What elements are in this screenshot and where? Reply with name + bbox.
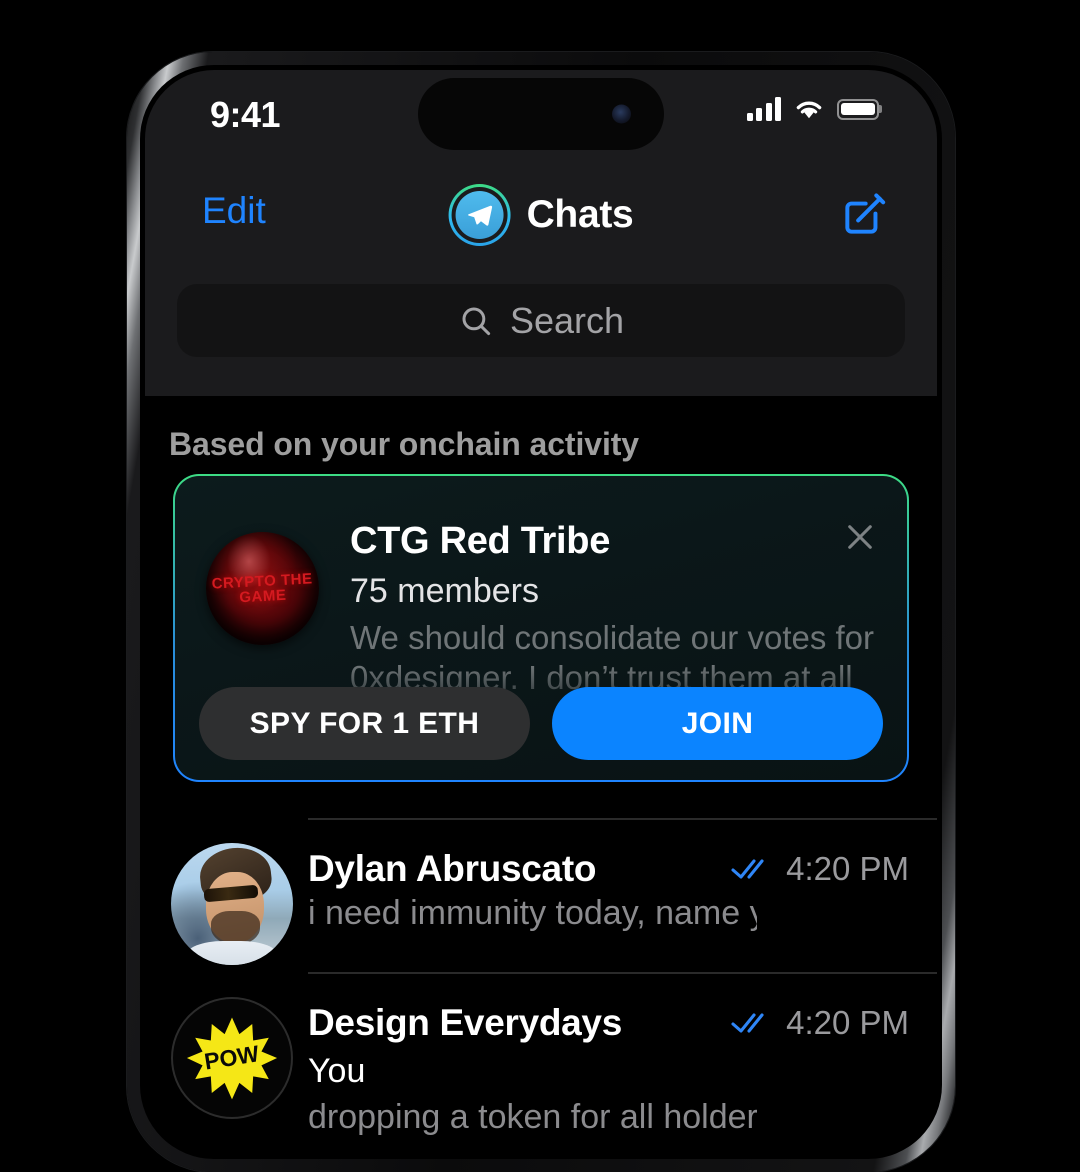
chat-timestamp: 4:20 PM: [786, 850, 909, 887]
chat-preview: i need immunity today, name your price..…: [308, 894, 757, 932]
chat-preview: dropping a token for all holders tomorro…: [308, 1098, 757, 1136]
chat-list-item[interactable]: Dylan Abruscato i need immunity today, n…: [145, 818, 937, 968]
chat-meta: 4:20 PM: [730, 1004, 909, 1042]
group-member-count: 75 members: [350, 572, 539, 610]
group-title: CTG Red Tribe: [350, 520, 611, 562]
double-check-icon: [730, 1010, 774, 1036]
chat-meta: 4:20 PM: [730, 850, 909, 888]
status-icons-group: [746, 97, 879, 121]
telegram-app-icon-ring[interactable]: [448, 184, 511, 246]
edit-button[interactable]: Edit: [202, 190, 266, 232]
telegram-paper-plane-icon: [455, 191, 504, 239]
spy-for-eth-button[interactable]: SPY FOR 1 ETH: [199, 687, 530, 760]
row-divider: [308, 818, 937, 820]
dynamic-island: [418, 78, 664, 150]
group-avatar-label: CRYPTO THE GAME: [211, 569, 313, 606]
compose-pencil-icon[interactable]: [839, 190, 889, 240]
chat-sender: You: [308, 1052, 366, 1090]
search-input[interactable]: Search: [177, 284, 905, 357]
search-icon: [458, 303, 494, 339]
navigation-region: 9:41 Edit Chats Search: [145, 70, 937, 396]
status-time: 9:41: [210, 94, 281, 135]
chat-name: Dylan Abruscato: [308, 848, 597, 889]
suggested-group-card-inner: CRYPTO THE GAME CTG Red Tribe 75 members…: [175, 476, 907, 780]
nav-title-group: Chats: [448, 184, 634, 246]
group-card-actions: SPY FOR 1 ETH JOIN: [199, 687, 883, 760]
wifi-icon: [793, 97, 825, 121]
search-placeholder: Search: [509, 299, 625, 341]
avatar[interactable]: POW: [171, 997, 293, 1119]
front-camera-icon: [612, 104, 631, 124]
phone-bezel: 9:41 Edit Chats Search Based on your onc…: [140, 65, 942, 1159]
join-group-button[interactable]: JOIN: [552, 687, 883, 760]
phone-screen: 9:41 Edit Chats Search Based on your onc…: [145, 70, 937, 1154]
avatar[interactable]: [171, 843, 293, 965]
phone-device-frame: 9:41 Edit Chats Search Based on your onc…: [127, 52, 955, 1172]
page-title: Chats: [526, 193, 634, 236]
search-region: Search: [145, 266, 937, 396]
nav-bar: Edit Chats: [145, 162, 937, 266]
telegram-ring-inner: [451, 187, 508, 243]
section-header-label: Based on your onchain activity: [169, 426, 640, 462]
suggested-group-card[interactable]: CRYPTO THE GAME CTG Red Tribe 75 members…: [173, 474, 909, 782]
chat-list-item[interactable]: POW Design Everydays You dropping a toke…: [145, 972, 937, 1136]
group-avatar: CRYPTO THE GAME: [206, 532, 319, 645]
chat-timestamp: 4:20 PM: [786, 1004, 909, 1041]
chat-name: Design Everydays: [308, 1002, 622, 1043]
pow-starburst-icon: POW: [186, 1017, 278, 1100]
row-divider: [308, 972, 937, 974]
close-x-icon[interactable]: [841, 518, 879, 556]
double-check-icon: [730, 856, 774, 882]
battery-full-icon: [837, 98, 879, 120]
cellular-bars-icon: [746, 97, 781, 121]
chat-list-body: Based on your onchain activity CRYPTO TH…: [145, 396, 937, 1154]
status-bar: 9:41: [145, 70, 937, 162]
